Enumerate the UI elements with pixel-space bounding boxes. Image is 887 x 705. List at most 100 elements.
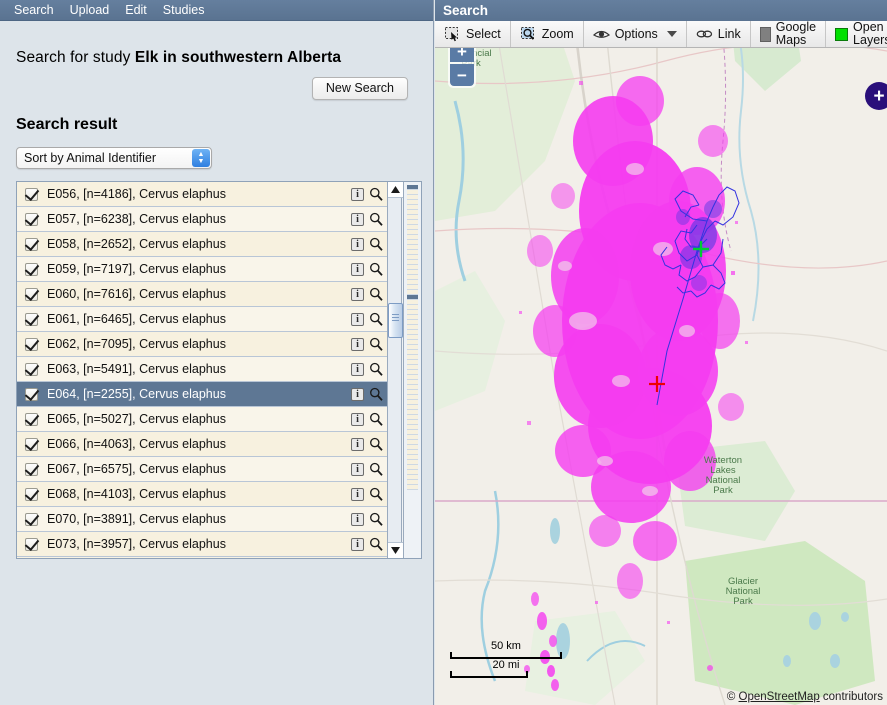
- sort-select[interactable]: Sort by Animal Identifier: [16, 147, 212, 169]
- list-overview-minimap[interactable]: [403, 182, 421, 558]
- row-zoom-to-icon[interactable]: [369, 287, 383, 301]
- row-actions: i: [351, 287, 383, 301]
- eye-icon: [593, 26, 610, 42]
- row-actions: i: [351, 237, 383, 251]
- table-row[interactable]: E073, [n=3957], Cervus elaphusi: [17, 532, 389, 557]
- table-row[interactable]: E070, [n=3891], Cervus elaphus i: [17, 507, 389, 532]
- row-checkbox[interactable]: [25, 413, 38, 426]
- table-row[interactable]: E057, [n=6238], Cervus elaphusi: [17, 207, 389, 232]
- row-zoom-to-icon[interactable]: [369, 212, 383, 226]
- scroll-up-arrow-icon[interactable]: [388, 182, 403, 198]
- magnifier-icon: [369, 512, 383, 526]
- menu-item-upload[interactable]: Upload: [62, 2, 118, 18]
- row-checkbox[interactable]: [25, 263, 38, 276]
- info-icon[interactable]: i: [351, 338, 364, 351]
- google-maps-layer-button[interactable]: Google Maps: [751, 21, 826, 48]
- row-checkbox[interactable]: [25, 288, 38, 301]
- open-layers-layer-button[interactable]: Open Layers: [826, 21, 887, 48]
- row-zoom-to-icon[interactable]: [369, 362, 383, 376]
- info-icon[interactable]: i: [351, 238, 364, 251]
- row-label: E062, [n=7095], Cervus elaphus: [47, 337, 226, 351]
- table-row[interactable]: E063, [n=5491], Cervus elaphusi: [17, 357, 389, 382]
- table-row[interactable]: E060, [n=7616], Cervus elaphusi: [17, 282, 389, 307]
- map-canvas[interactable]: RockiesProvincialPark WatertonLakesNatio…: [435, 21, 887, 705]
- row-checkbox[interactable]: [25, 488, 38, 501]
- table-row[interactable]: E066, [n=4063], Cervus elaphusi: [17, 432, 389, 457]
- row-checkbox[interactable]: [25, 363, 38, 376]
- info-icon[interactable]: i: [351, 213, 364, 226]
- options-button[interactable]: Options: [584, 21, 687, 48]
- row-zoom-to-icon[interactable]: [369, 512, 383, 526]
- info-icon[interactable]: i: [351, 313, 364, 326]
- table-row[interactable]: E056, [n=4186], Cervus elaphus i: [17, 182, 389, 207]
- info-icon[interactable]: i: [351, 488, 364, 501]
- row-label: E064, [n=2255], Cervus elaphus: [47, 387, 226, 401]
- row-zoom-to-icon[interactable]: [369, 387, 383, 401]
- info-icon[interactable]: i: [351, 188, 364, 201]
- row-label: E070, [n=3891], Cervus elaphus: [47, 512, 226, 526]
- info-icon[interactable]: i: [351, 438, 364, 451]
- list-vertical-scrollbar[interactable]: [387, 182, 402, 558]
- row-checkbox[interactable]: [25, 188, 38, 201]
- row-zoom-to-icon[interactable]: [369, 487, 383, 501]
- row-zoom-to-icon[interactable]: [369, 187, 383, 201]
- menu-item-search[interactable]: Search: [6, 2, 62, 18]
- row-checkbox[interactable]: [25, 438, 38, 451]
- info-icon[interactable]: i: [351, 463, 364, 476]
- info-icon[interactable]: i: [351, 363, 364, 376]
- table-row[interactable]: E059, [n=7197], Cervus elaphusi: [17, 257, 389, 282]
- info-icon[interactable]: i: [351, 413, 364, 426]
- row-checkbox[interactable]: [25, 313, 38, 326]
- add-layer-button[interactable]: +: [865, 82, 887, 110]
- row-checkbox[interactable]: [25, 513, 38, 526]
- zoom-out-button[interactable]: −: [450, 64, 474, 86]
- zoom-tool-button[interactable]: Zoom: [511, 21, 584, 48]
- scrollbar-thumb[interactable]: [388, 303, 403, 338]
- row-zoom-to-icon[interactable]: [369, 412, 383, 426]
- row-zoom-to-icon[interactable]: [369, 337, 383, 351]
- row-checkbox[interactable]: [25, 338, 38, 351]
- map-render: [435, 21, 887, 705]
- row-actions: i: [351, 537, 383, 551]
- row-actions: i: [351, 212, 383, 226]
- row-checkbox[interactable]: [25, 388, 38, 401]
- info-icon[interactable]: i: [351, 388, 364, 401]
- table-row[interactable]: E067, [n=6575], Cervus elaphusi: [17, 457, 389, 482]
- info-icon[interactable]: i: [351, 263, 364, 276]
- link-button[interactable]: Link: [687, 21, 751, 48]
- menu-item-edit[interactable]: Edit: [117, 2, 155, 18]
- sort-control[interactable]: Sort by Animal Identifier ▲▼: [16, 147, 212, 169]
- table-row[interactable]: E062, [n=7095], Cervus elaphus i: [17, 332, 389, 357]
- info-icon[interactable]: i: [351, 288, 364, 301]
- new-search-button[interactable]: New Search: [312, 77, 408, 100]
- row-zoom-to-icon[interactable]: [369, 312, 383, 326]
- table-row[interactable]: E068, [n=4103], Cervus elaphusi: [17, 482, 389, 507]
- row-zoom-to-icon[interactable]: [369, 437, 383, 451]
- row-checkbox[interactable]: [25, 213, 38, 226]
- zoom-box-icon: [520, 26, 537, 42]
- map-panel: Search Select Zoom: [435, 0, 887, 705]
- row-checkbox[interactable]: [25, 463, 38, 476]
- info-icon[interactable]: i: [351, 513, 364, 526]
- select-tool-button[interactable]: Select: [435, 21, 511, 48]
- table-row[interactable]: E064, [n=2255], Cervus elaphus i: [17, 382, 389, 407]
- row-actions: i: [351, 362, 383, 376]
- scroll-down-arrow-icon[interactable]: [388, 542, 403, 558]
- info-icon[interactable]: i: [351, 538, 364, 551]
- row-zoom-to-icon[interactable]: [369, 262, 383, 276]
- table-row[interactable]: E065, [n=5027], Cervus elaphusi: [17, 407, 389, 432]
- menu-item-studies[interactable]: Studies: [155, 2, 213, 18]
- result-rows-container[interactable]: E056, [n=4186], Cervus elaphusiE057, [n=…: [17, 182, 389, 558]
- row-label: E056, [n=4186], Cervus elaphus: [47, 187, 226, 201]
- row-zoom-to-icon[interactable]: [369, 462, 383, 476]
- link-label: Link: [718, 27, 741, 41]
- openstreetmap-link[interactable]: OpenStreetMap: [739, 691, 820, 703]
- row-checkbox[interactable]: [25, 538, 38, 551]
- row-checkbox[interactable]: [25, 238, 38, 251]
- table-row[interactable]: E058, [n=2652], Cervus elaphusi: [17, 232, 389, 257]
- row-zoom-to-icon[interactable]: [369, 537, 383, 551]
- row-zoom-to-icon[interactable]: [369, 237, 383, 251]
- study-name: Elk in southwestern Alberta: [135, 49, 341, 66]
- table-row[interactable]: E061, [n=6465], Cervus elaphusi: [17, 307, 389, 332]
- scale-mi-bar: [450, 671, 528, 678]
